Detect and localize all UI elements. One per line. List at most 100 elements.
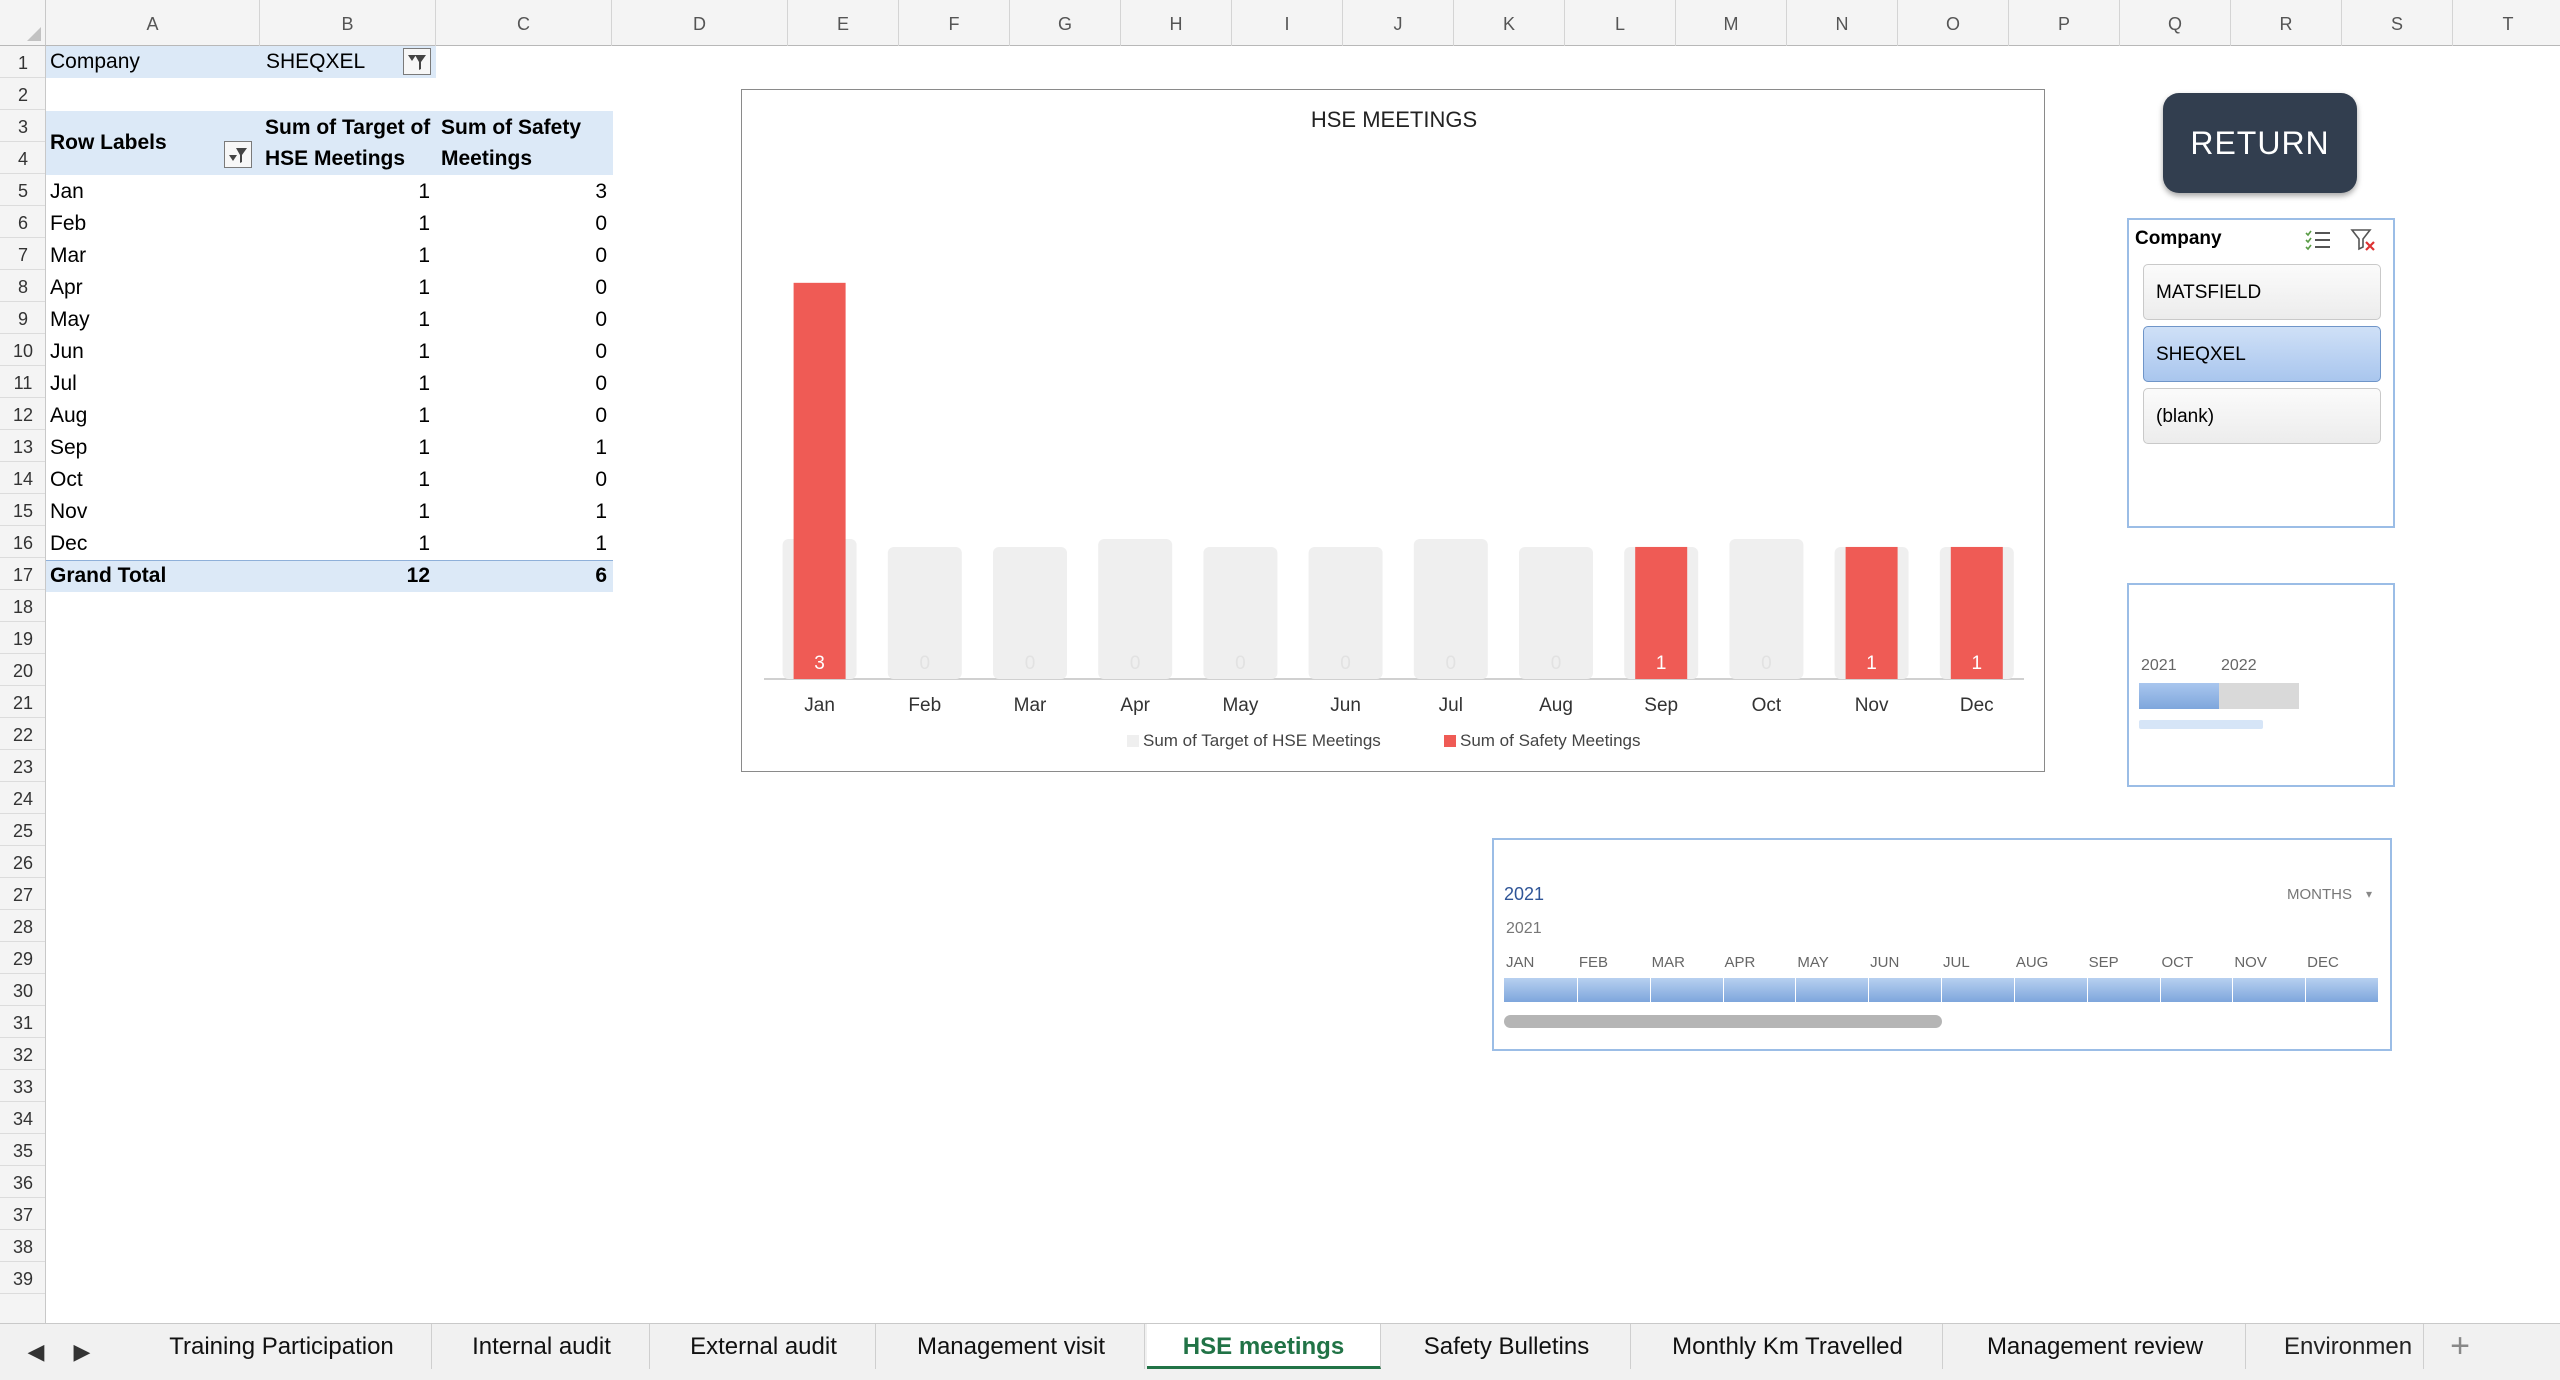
- chevron-down-icon[interactable]: ▾: [2366, 887, 2372, 901]
- column-header-a[interactable]: A: [46, 0, 260, 46]
- row-header-15[interactable]: 15: [0, 494, 45, 526]
- timeline-month-jan[interactable]: JAN: [1506, 954, 1534, 971]
- row-header-17[interactable]: 17: [0, 558, 45, 590]
- year-selected-bar[interactable]: [2139, 683, 2219, 709]
- year-label-2022[interactable]: 2022: [2221, 657, 2257, 675]
- row-header-32[interactable]: 32: [0, 1038, 45, 1070]
- year-timeline[interactable]: 2021 2022: [2127, 583, 2395, 787]
- timeline-month-sep[interactable]: SEP: [2089, 954, 2119, 971]
- row-header-8[interactable]: 8: [0, 270, 45, 302]
- timeline-month-jul[interactable]: JUL: [1943, 954, 1970, 971]
- select-all-corner[interactable]: [0, 0, 46, 46]
- row-header-9[interactable]: 9: [0, 302, 45, 334]
- tab-management-visit[interactable]: Management visit: [878, 1324, 1145, 1369]
- column-header-g[interactable]: G: [1010, 0, 1121, 46]
- row-header-22[interactable]: 22: [0, 718, 45, 750]
- row-header-31[interactable]: 31: [0, 1006, 45, 1038]
- column-header-e[interactable]: E: [788, 0, 899, 46]
- row-header-37[interactable]: 37: [0, 1198, 45, 1230]
- slicer-item-blank[interactable]: (blank): [2143, 388, 2381, 444]
- row-header-23[interactable]: 23: [0, 750, 45, 782]
- prev-sheet-arrow-icon[interactable]: ◀: [20, 1336, 52, 1368]
- row-header-38[interactable]: 38: [0, 1230, 45, 1262]
- row-header-20[interactable]: 20: [0, 654, 45, 686]
- next-sheet-arrow-icon[interactable]: ▶: [66, 1336, 98, 1368]
- tab-hse-meetings[interactable]: HSE meetings: [1147, 1324, 1381, 1369]
- row-labels-filter-button[interactable]: [224, 141, 252, 168]
- tab-management-review[interactable]: Management review: [1945, 1324, 2246, 1369]
- column-header-h[interactable]: H: [1121, 0, 1232, 46]
- row-header-18[interactable]: 18: [0, 590, 45, 622]
- row-header-30[interactable]: 30: [0, 974, 45, 1006]
- row-header-35[interactable]: 35: [0, 1134, 45, 1166]
- column-header-c[interactable]: C: [436, 0, 612, 46]
- column-header-p[interactable]: P: [2009, 0, 2120, 46]
- row-header-1[interactable]: 1: [0, 46, 45, 78]
- month-timeline[interactable]: 2021 MONTHS ▾ 2021 JAN FEB MAR APR MAY JUN JUL…: [1492, 838, 2392, 1051]
- tab-external-audit[interactable]: External audit: [652, 1324, 876, 1369]
- column-header-t[interactable]: T: [2453, 0, 2560, 46]
- row-header-21[interactable]: 21: [0, 686, 45, 718]
- row-header-39[interactable]: 39: [0, 1262, 45, 1294]
- row-header-5[interactable]: 5: [0, 174, 45, 206]
- column-header-m[interactable]: M: [1676, 0, 1787, 46]
- row-header-29[interactable]: 29: [0, 942, 45, 974]
- timeline-month-mar[interactable]: MAR: [1652, 954, 1685, 971]
- slicer-item-sheqxel[interactable]: SHEQXEL: [2143, 326, 2381, 382]
- clear-filter-icon[interactable]: [2349, 226, 2379, 254]
- timeline-month-dec[interactable]: DEC: [2307, 954, 2339, 971]
- row-header-12[interactable]: 12: [0, 398, 45, 430]
- column-header-n[interactable]: N: [1787, 0, 1898, 46]
- row-header-24[interactable]: 24: [0, 782, 45, 814]
- row-header-16[interactable]: 16: [0, 526, 45, 558]
- row-header-33[interactable]: 33: [0, 1070, 45, 1102]
- timeline-month-oct[interactable]: OCT: [2162, 954, 2194, 971]
- row-header-13[interactable]: 13: [0, 430, 45, 462]
- column-header-f[interactable]: F: [899, 0, 1010, 46]
- safety-bar[interactable]: [793, 282, 846, 679]
- row-header-26[interactable]: 26: [0, 846, 45, 878]
- tab-monthly-km-travelled[interactable]: Monthly Km Travelled: [1633, 1324, 1943, 1369]
- report-filter-dropdown[interactable]: [403, 48, 431, 75]
- column-header-o[interactable]: O: [1898, 0, 2009, 46]
- row-header-25[interactable]: 25: [0, 814, 45, 846]
- tab-training-participation[interactable]: Training Participation: [132, 1324, 432, 1369]
- tab-environmen[interactable]: Environmen: [2248, 1324, 2424, 1369]
- timeline-month-aug[interactable]: AUG: [2016, 954, 2049, 971]
- timeline-month-feb[interactable]: FEB: [1579, 954, 1608, 971]
- row-header-11[interactable]: 11: [0, 366, 45, 398]
- multi-select-icon[interactable]: [2303, 226, 2333, 254]
- row-header-28[interactable]: 28: [0, 910, 45, 942]
- return-button[interactable]: RETURN: [2163, 93, 2357, 193]
- column-header-d[interactable]: D: [612, 0, 788, 46]
- timeline-month-jun[interactable]: JUN: [1870, 954, 1899, 971]
- column-header-r[interactable]: R: [2231, 0, 2342, 46]
- row-header-27[interactable]: 27: [0, 878, 45, 910]
- column-header-s[interactable]: S: [2342, 0, 2453, 46]
- row-header-2[interactable]: 2: [0, 78, 45, 110]
- slicer-item-matsfield[interactable]: MATSFIELD: [2143, 264, 2381, 320]
- year-scrollbar[interactable]: [2139, 720, 2263, 729]
- row-header-10[interactable]: 10: [0, 334, 45, 366]
- row-header-36[interactable]: 36: [0, 1166, 45, 1198]
- hse-meetings-chart[interactable]: HSE MEETINGS 3 Jan 0 Feb 0 Mar 0 Apr 0 May 0 Jun 0 Jul…: [741, 89, 2045, 772]
- column-header-b[interactable]: B: [260, 0, 436, 46]
- row-header-34[interactable]: 34: [0, 1102, 45, 1134]
- column-header-k[interactable]: K: [1454, 0, 1565, 46]
- row-header-7[interactable]: 7: [0, 238, 45, 270]
- tab-safety-bulletins[interactable]: Safety Bulletins: [1383, 1324, 1631, 1369]
- year-label-2021[interactable]: 2021: [2141, 657, 2177, 675]
- row-header-4[interactable]: 4: [0, 142, 45, 174]
- column-header-l[interactable]: L: [1565, 0, 1676, 46]
- tab-internal-audit[interactable]: Internal audit: [434, 1324, 650, 1369]
- column-header-j[interactable]: J: [1343, 0, 1454, 46]
- add-sheet-button[interactable]: +: [2425, 1324, 2495, 1369]
- timeline-month-apr[interactable]: APR: [1725, 954, 1756, 971]
- filter-value[interactable]: SHEQXEL: [266, 46, 365, 78]
- timeline-level-dropdown[interactable]: MONTHS: [2287, 886, 2352, 903]
- timeline-month-nov[interactable]: NOV: [2234, 954, 2267, 971]
- column-header-q[interactable]: Q: [2120, 0, 2231, 46]
- timeline-month-may[interactable]: MAY: [1797, 954, 1828, 971]
- timeline-scrollbar[interactable]: [1504, 1015, 1942, 1028]
- company-slicer[interactable]: Company MATSFIELD SHEQXEL (blank): [2127, 218, 2395, 528]
